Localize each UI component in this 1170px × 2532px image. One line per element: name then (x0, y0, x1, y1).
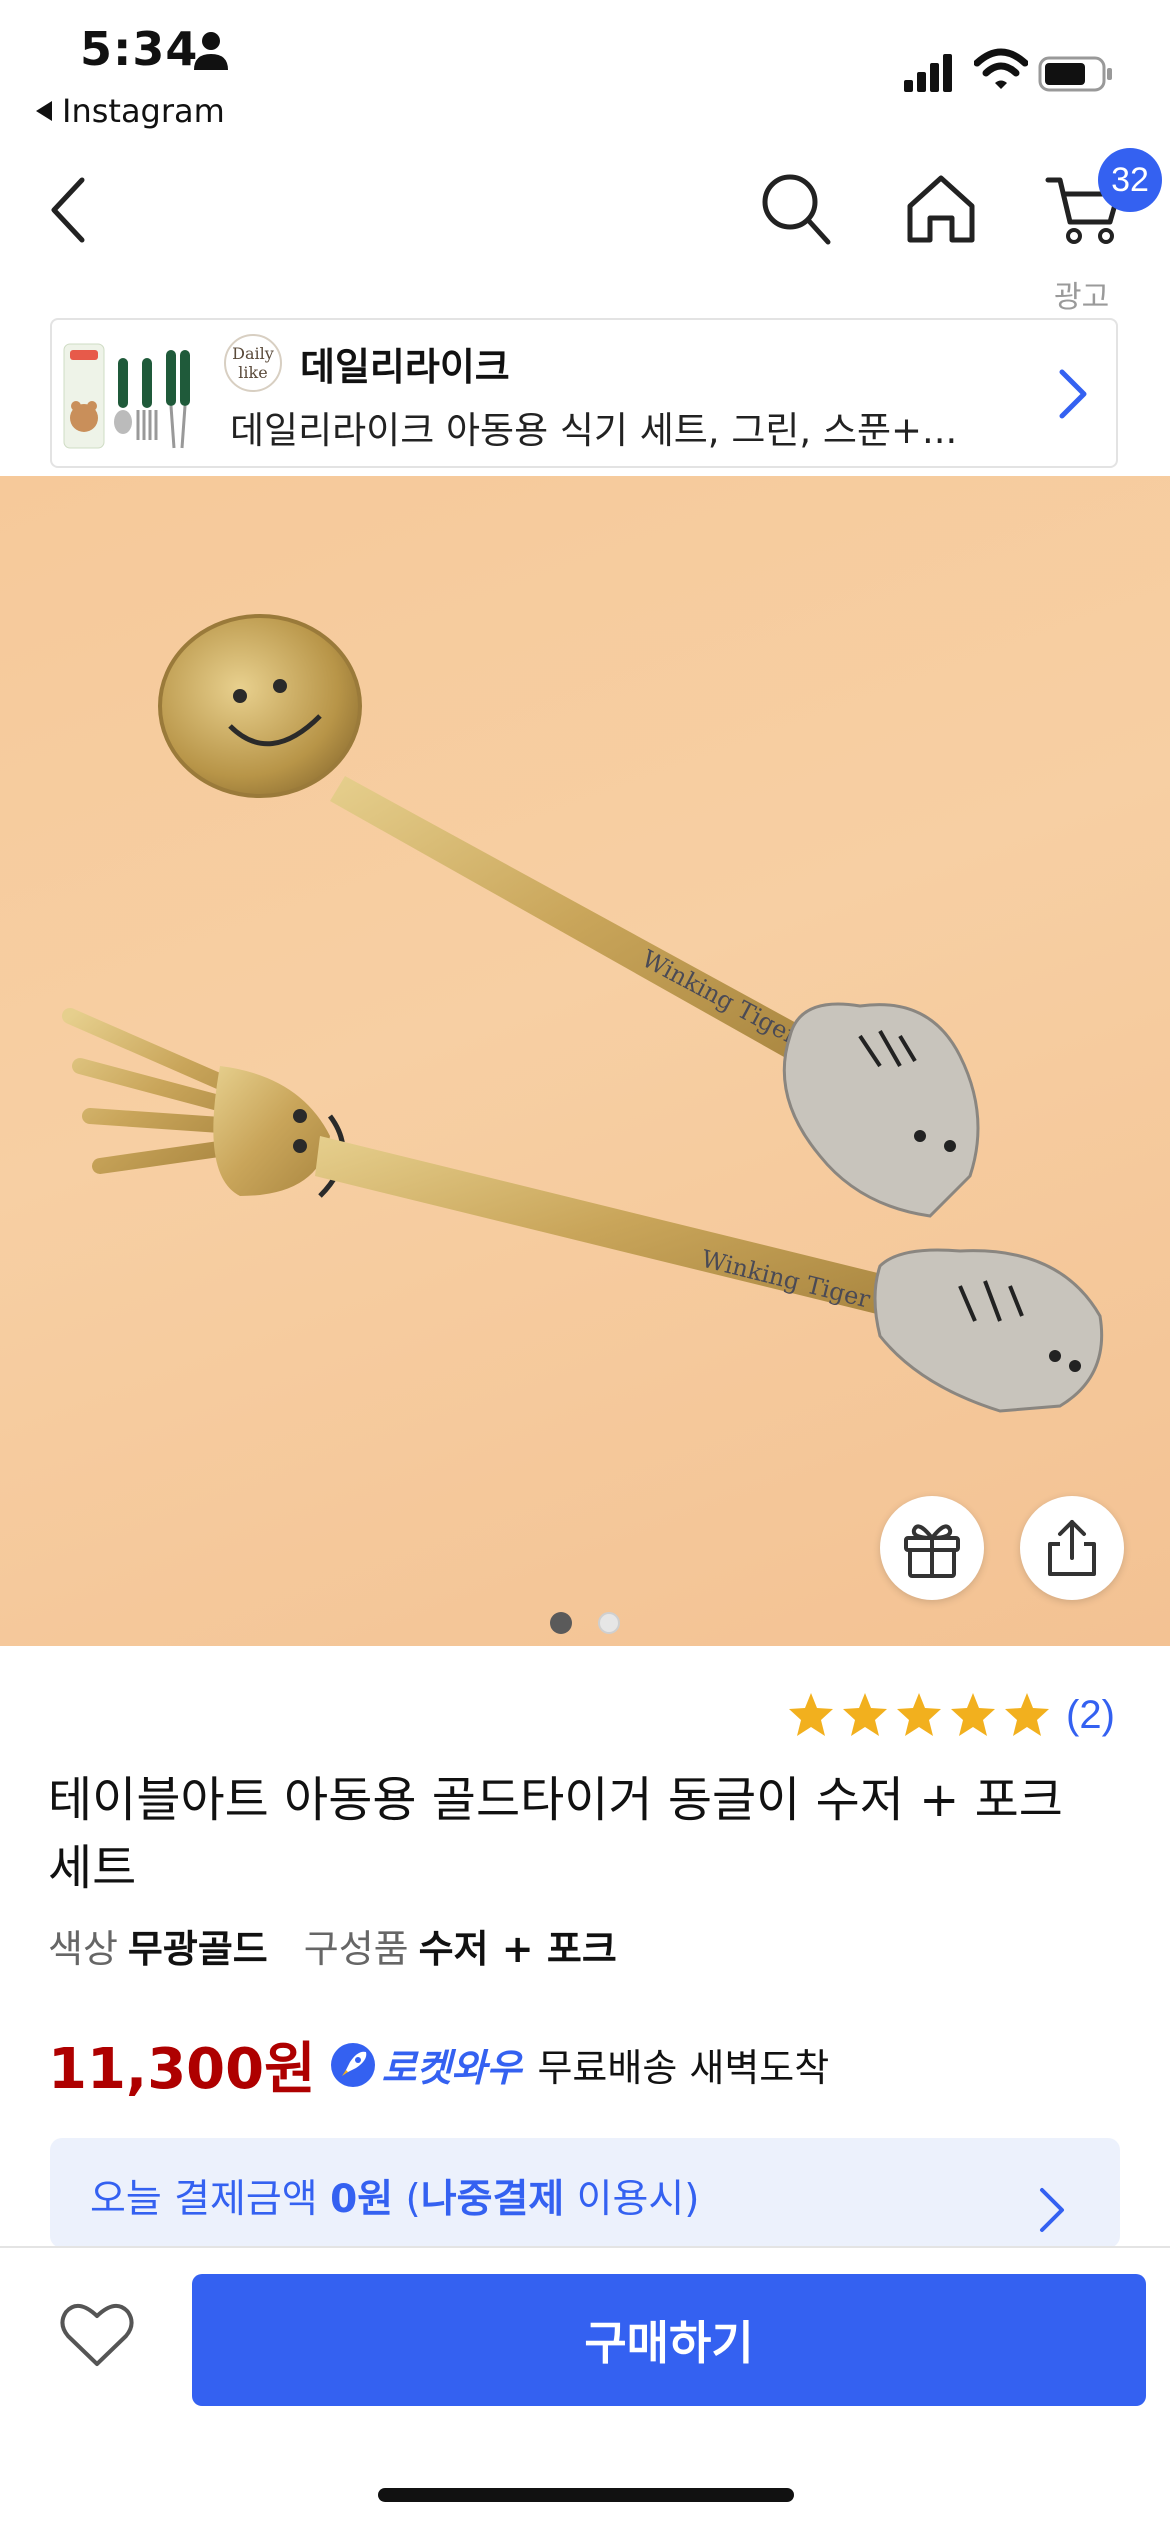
gift-button[interactable] (880, 1496, 984, 1600)
battery-icon (1038, 56, 1112, 92)
ad-product-name: 데일리라이크 아동용 식기 세트, 그린, 스푼+... (230, 409, 958, 452)
price: 11,300원 (48, 2037, 316, 2102)
chevron-right-icon (1059, 369, 1087, 419)
brand-logo: Daily like (224, 334, 282, 392)
price-row: 11,300원 로켓와우 무료배송 새벽도착 (48, 2024, 829, 2105)
pay-later-text: 오늘 결제금액 0원 (나중결제 이용시) (90, 2177, 700, 2222)
review-count[interactable]: (2) (1066, 1693, 1115, 1738)
status-time: 5:34 (80, 22, 199, 76)
share-icon (1048, 1520, 1096, 1576)
product-photo: Winking Tiger Winking Tiger (62, 614, 1104, 1413)
back-to-app-link[interactable]: Instagram (36, 92, 225, 130)
share-button[interactable] (1020, 1496, 1124, 1600)
back-triangle-icon (36, 101, 52, 121)
star-icon (789, 1693, 833, 1736)
carousel-dot[interactable] (598, 1612, 620, 1634)
ad-brand-name: 데일리라이크 (300, 345, 510, 389)
heart-icon[interactable] (58, 2300, 136, 2370)
rating[interactable]: (2) (786, 1690, 1115, 1740)
back-app-label: Instagram (62, 92, 225, 130)
buy-button[interactable]: 구매하기 (192, 2274, 1146, 2406)
product-options: 색상 무광골드 구성품 수저 + 포크 (48, 1918, 653, 1973)
star-icon (843, 1693, 887, 1736)
option-label-color: 색상 (48, 1927, 118, 1971)
cart-count-badge: 32 (1098, 148, 1162, 212)
product-image[interactable]: Winking Tiger Winking Tiger (0, 476, 1170, 1646)
ad-product-thumbnail (63, 343, 190, 449)
option-value-components: 수저 + 포크 (418, 1927, 617, 1971)
star-icon (951, 1693, 995, 1736)
ad-label: 광고 (1054, 280, 1110, 315)
wifi-icon (974, 48, 1028, 89)
pay-later-banner[interactable]: 오늘 결제금액 0원 (나중결제 이용시) (50, 2138, 1120, 2248)
home-indicator (378, 2488, 794, 2502)
chevron-right-icon (1040, 2188, 1064, 2232)
star-icon (897, 1693, 941, 1736)
search-icon[interactable] (760, 172, 832, 246)
spoon-engraving: Winking Tiger (637, 945, 803, 1051)
option-label-components: 구성품 (303, 1927, 409, 1971)
option-value-color: 무광골드 (127, 1927, 268, 1971)
rocket-icon (330, 2042, 375, 2087)
star-icon (1005, 1693, 1049, 1736)
rocket-wow-label: 로켓와우 (381, 2046, 522, 2090)
carousel-dot-active[interactable] (550, 1612, 572, 1634)
ad-banner[interactable]: Daily like 데일리라이크 데일리라이크 아동용 식기 세트, 그린, … (50, 318, 1118, 468)
cellular-signal-icon (904, 54, 952, 92)
home-icon[interactable] (904, 172, 978, 244)
back-icon[interactable] (40, 172, 96, 248)
person-icon (194, 32, 228, 70)
delivery-info: 무료배송 새벽도착 (537, 2046, 830, 2090)
product-title: 테이블아트 아동용 골드타이거 동글이 수저 + 포크 세트 (48, 1772, 1063, 1896)
gift-icon (904, 1524, 960, 1578)
